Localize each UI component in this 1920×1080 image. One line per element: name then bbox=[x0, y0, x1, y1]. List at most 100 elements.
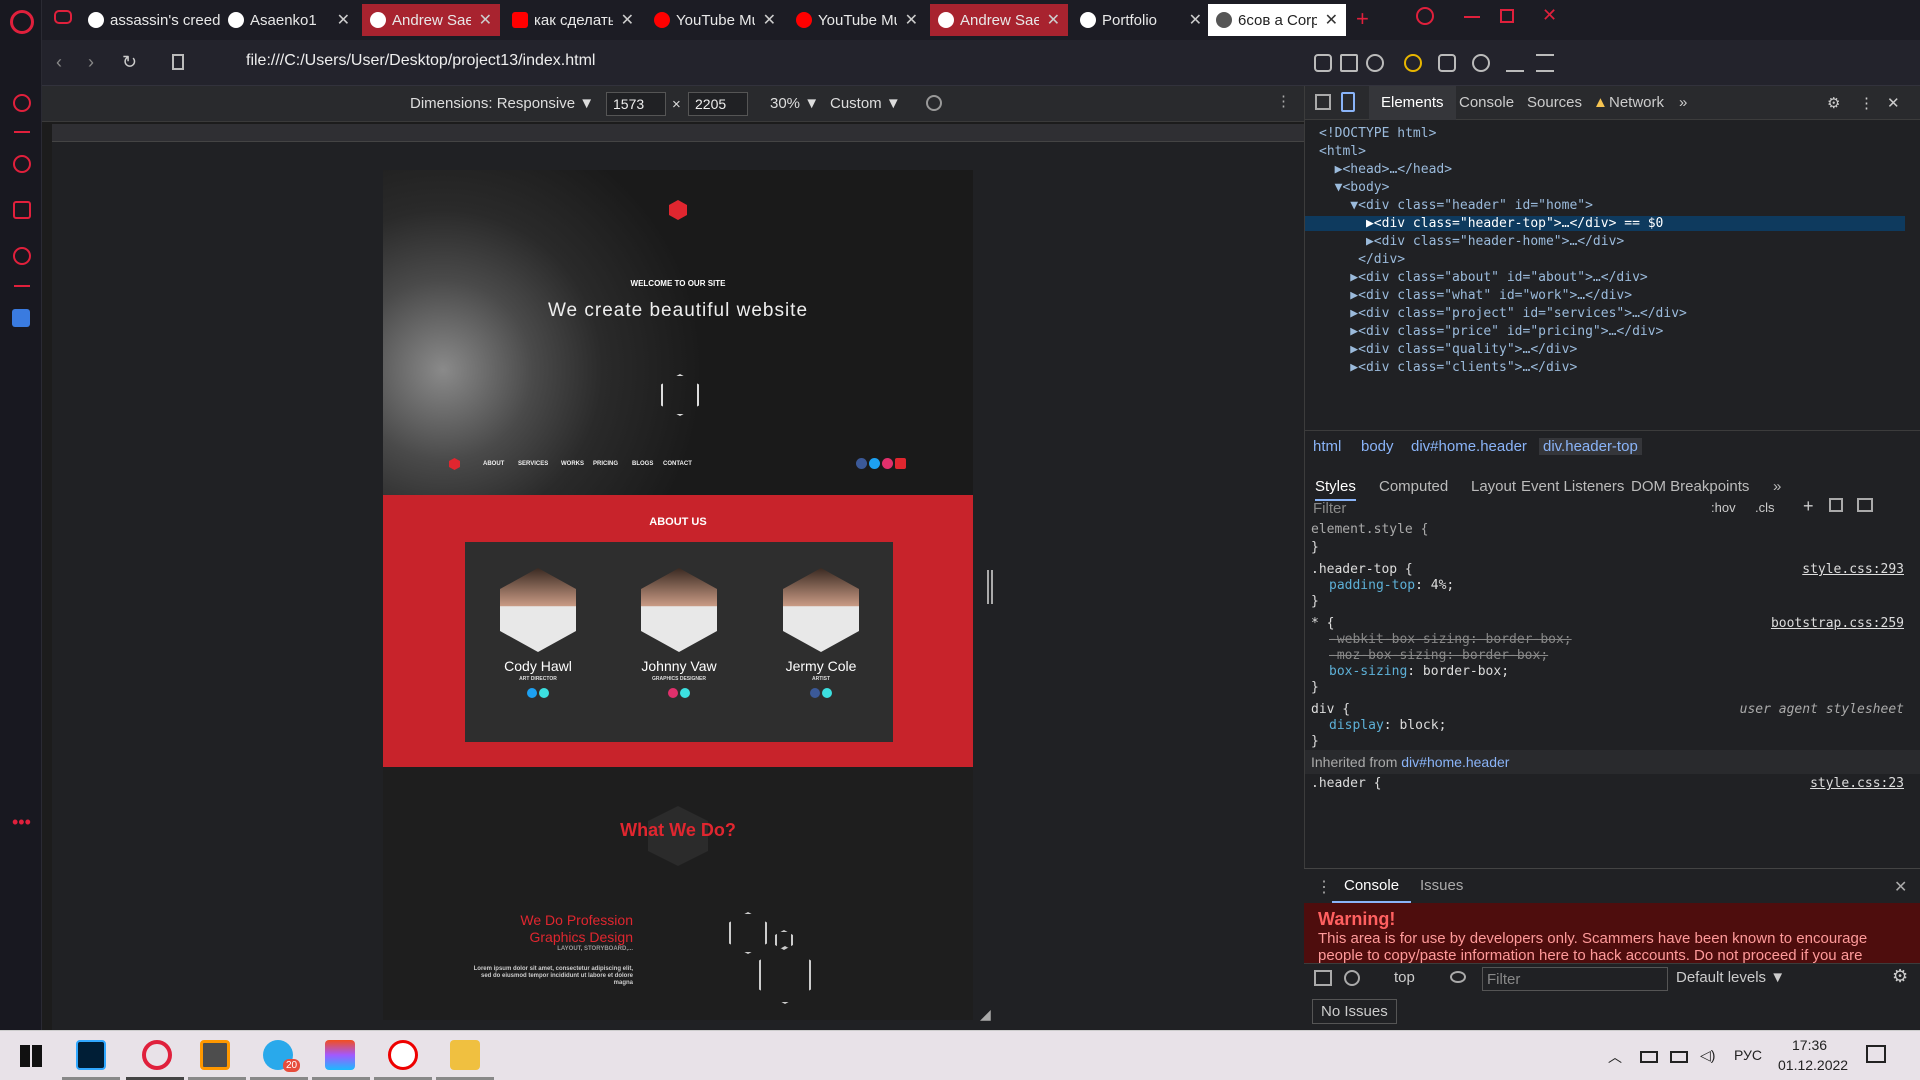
breadcrumb-header[interactable]: div#home.header bbox=[1411, 438, 1527, 455]
profile-icon[interactable] bbox=[1472, 54, 1490, 72]
gear-icon[interactable]: ⚙ bbox=[1827, 94, 1840, 112]
close-icon[interactable]: ✕ bbox=[1047, 10, 1060, 30]
close-icon[interactable]: ✕ bbox=[337, 10, 350, 30]
sidebar-toggle-icon[interactable] bbox=[1857, 498, 1873, 512]
twitter-icon[interactable] bbox=[869, 458, 880, 469]
dom-line[interactable]: ▶<div class="what" id="work">…</div> bbox=[1319, 288, 1632, 303]
rule-source-link[interactable]: bootstrap.css:259 bbox=[1771, 616, 1904, 631]
clock-date[interactable]: 01.12.2022 bbox=[1778, 1057, 1848, 1073]
rule-declaration[interactable]: -moz-box-sizing: border-box; bbox=[1329, 648, 1548, 663]
breadcrumb-header-top[interactable]: div.header-top bbox=[1539, 438, 1642, 455]
console-filter-input[interactable]: Filter bbox=[1482, 967, 1668, 991]
dom-line[interactable]: <!DOCTYPE html> bbox=[1319, 126, 1436, 141]
dom-line[interactable]: ▶<div class="project" id="services">…</d… bbox=[1319, 306, 1687, 321]
console-settings-icon[interactable]: ⚙ bbox=[1892, 966, 1908, 987]
sublime-icon[interactable] bbox=[200, 1040, 230, 1070]
volume-icon[interactable]: ◁) bbox=[1700, 1047, 1715, 1064]
battery-icon[interactable] bbox=[1640, 1051, 1658, 1063]
resize-corner-icon[interactable]: ◢ bbox=[980, 1006, 991, 1023]
tab-2[interactable]: Andrew Saenko✕ bbox=[362, 4, 500, 36]
clock-time[interactable]: 17:36 bbox=[1792, 1037, 1827, 1053]
close-icon[interactable]: ✕ bbox=[1189, 10, 1202, 30]
inherited-link[interactable]: div#home.header bbox=[1401, 754, 1509, 770]
translate-icon[interactable] bbox=[12, 309, 30, 327]
dom-line[interactable]: ▶<div class="clients">…</div> bbox=[1319, 360, 1577, 375]
opera-logo-icon[interactable] bbox=[10, 10, 34, 34]
dom-line[interactable]: <html> bbox=[1319, 144, 1366, 159]
tab-console[interactable]: Console bbox=[1459, 94, 1514, 111]
dom-line[interactable]: ▶<div class="quality">…</div> bbox=[1319, 342, 1577, 357]
hov-button[interactable]: :hov bbox=[1711, 500, 1736, 515]
dom-line[interactable]: ▶<div class="header-home">…</div> bbox=[1319, 234, 1624, 249]
search-tabs-icon[interactable] bbox=[1416, 7, 1434, 25]
dom-line-selected[interactable]: ▶<div class="header-top">…</div> == $0 bbox=[1305, 216, 1905, 231]
dom-line[interactable]: ▼<div class="header" id="home"> bbox=[1319, 198, 1593, 213]
dom-line[interactable]: ▶<div class="price" id="pricing">…</div> bbox=[1319, 324, 1663, 339]
tab-event-listeners[interactable]: Event Listeners bbox=[1521, 478, 1624, 495]
throttle-dropdown[interactable]: Custom ▼ bbox=[830, 95, 901, 112]
tab-3[interactable]: как сделать пр✕ bbox=[504, 4, 642, 36]
skype-icon[interactable] bbox=[539, 688, 549, 698]
drawer-tab-console[interactable]: Console bbox=[1332, 869, 1412, 903]
close-icon[interactable]: ✕ bbox=[1325, 10, 1338, 30]
tray-chevron-icon[interactable]: ︿ bbox=[1608, 1047, 1622, 1067]
dom-line[interactable]: ▼<body> bbox=[1319, 180, 1390, 195]
nav-services[interactable]: SERVICES bbox=[518, 461, 548, 467]
close-drawer-icon[interactable]: ✕ bbox=[1894, 877, 1907, 897]
forward-button[interactable]: › bbox=[88, 52, 94, 73]
easy-setup-icon[interactable] bbox=[1536, 54, 1554, 72]
tab-computed[interactable]: Computed bbox=[1379, 478, 1448, 495]
facebook-icon[interactable] bbox=[810, 688, 820, 698]
context-dropdown[interactable]: top bbox=[1394, 969, 1415, 986]
close-icon[interactable]: ✕ bbox=[479, 10, 492, 30]
windows-start-icon[interactable] bbox=[20, 1045, 42, 1067]
extensions-icon[interactable] bbox=[1438, 54, 1456, 72]
tab-5[interactable]: YouTube Music✕ bbox=[788, 4, 926, 36]
dom-line[interactable]: ▶<div class="about" id="about">…</div> bbox=[1319, 270, 1647, 285]
clear-console-icon[interactable] bbox=[1344, 970, 1360, 986]
language-indicator[interactable]: РУС bbox=[1734, 1047, 1762, 1063]
reload-button[interactable]: ↻ bbox=[122, 52, 137, 73]
network-icon[interactable] bbox=[1670, 1051, 1688, 1063]
more-tabs[interactable]: » bbox=[1679, 94, 1687, 111]
cls-button[interactable]: .cls bbox=[1755, 500, 1775, 515]
more-style-tabs[interactable]: » bbox=[1773, 478, 1781, 495]
close-icon[interactable]: ✕ bbox=[905, 10, 918, 30]
height-input[interactable]: 2205 bbox=[688, 92, 748, 116]
drawer-tab-issues[interactable]: Issues bbox=[1420, 877, 1463, 894]
new-tab-button[interactable]: + bbox=[1356, 6, 1369, 32]
add-rule-icon[interactable]: + bbox=[1803, 496, 1814, 517]
snapshot-icon[interactable] bbox=[1314, 54, 1332, 72]
tab-network[interactable]: Network bbox=[1609, 94, 1664, 111]
player-icon[interactable] bbox=[13, 94, 31, 112]
restore-button[interactable] bbox=[1500, 9, 1514, 23]
settings-icon[interactable] bbox=[13, 247, 31, 265]
device-toggle-icon[interactable] bbox=[1341, 92, 1355, 112]
rule-declaration[interactable]: box-sizing: border-box; bbox=[1329, 664, 1509, 679]
back-button[interactable]: ‹ bbox=[56, 52, 62, 73]
issues-badge[interactable]: No Issues bbox=[1312, 999, 1397, 1024]
photoshop-icon[interactable] bbox=[76, 1040, 106, 1070]
rule-source-link[interactable]: style.css:23 bbox=[1810, 776, 1904, 791]
facebook-icon[interactable] bbox=[856, 458, 867, 469]
url-field[interactable]: file:///C:/Users/User/Desktop/project13/… bbox=[246, 52, 595, 70]
sidebar-icon[interactable] bbox=[1314, 970, 1332, 986]
tab-6[interactable]: Andrew Saenko✕ bbox=[930, 4, 1068, 36]
rule-declaration[interactable]: padding-top: 4%; bbox=[1329, 578, 1454, 593]
minimize-button[interactable] bbox=[1464, 16, 1480, 18]
tab-styles[interactable]: Styles bbox=[1315, 478, 1356, 501]
extensions-icon[interactable] bbox=[13, 201, 31, 219]
rule-declaration[interactable]: -webkit-box-sizing: border-box; bbox=[1329, 632, 1572, 647]
nav-contact[interactable]: CONTACT bbox=[663, 461, 692, 467]
tab-layout[interactable]: Layout bbox=[1471, 478, 1516, 495]
dom-line[interactable]: </div> bbox=[1319, 252, 1405, 267]
heart-icon[interactable] bbox=[1366, 54, 1384, 72]
close-icon[interactable]: ✕ bbox=[621, 10, 634, 30]
rule-source-link[interactable]: style.css:293 bbox=[1802, 562, 1904, 577]
more-icon[interactable]: ••• bbox=[12, 812, 31, 833]
inspect-icon[interactable] bbox=[1315, 94, 1331, 110]
opera-icon[interactable] bbox=[142, 1040, 172, 1070]
twitter-icon[interactable] bbox=[527, 688, 537, 698]
wallet-icon[interactable] bbox=[1404, 54, 1422, 72]
media-query-ruler[interactable] bbox=[52, 124, 1304, 142]
